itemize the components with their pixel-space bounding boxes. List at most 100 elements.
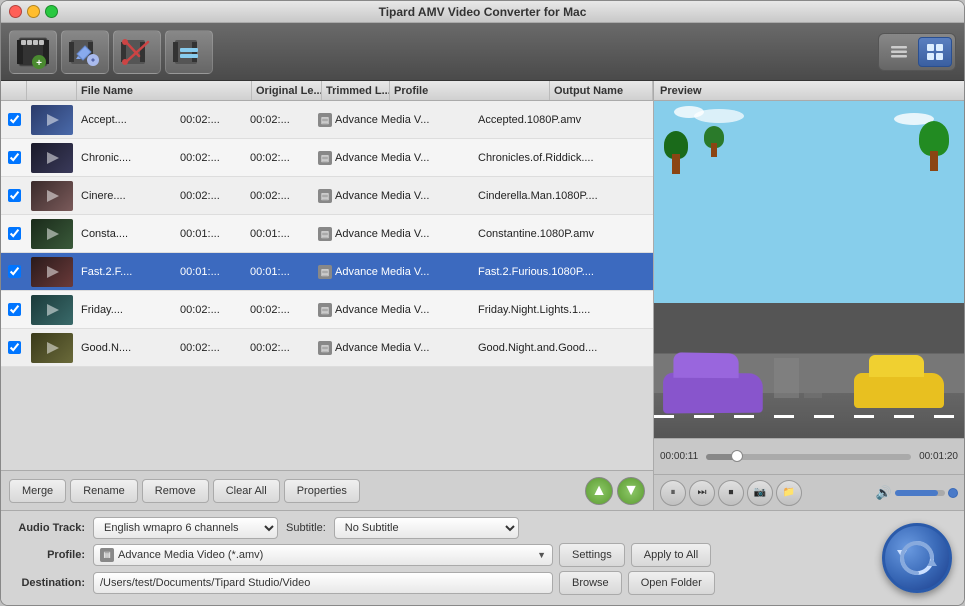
screenshot-button[interactable]: 📷 bbox=[747, 480, 773, 506]
merge-button[interactable] bbox=[165, 30, 213, 74]
row-filename: Chronic.... bbox=[77, 139, 176, 176]
toolbar: + bbox=[1, 23, 964, 81]
add-media-button[interactable]: + bbox=[9, 30, 57, 74]
header-original: Original Le... bbox=[252, 81, 322, 100]
svg-text:+: + bbox=[36, 58, 42, 69]
minimize-button[interactable] bbox=[27, 5, 40, 18]
table-row[interactable]: Cinere.... 00:02:... 00:02:... ▤ Advance… bbox=[1, 177, 653, 215]
row-checkbox[interactable] bbox=[8, 113, 21, 126]
table-row[interactable]: Good.N.... 00:02:... 00:02:... ▤ Advance… bbox=[1, 329, 653, 367]
row-checkbox-cell[interactable] bbox=[1, 291, 27, 328]
row-thumbnail bbox=[27, 177, 77, 214]
time-current: 00:00:11 bbox=[660, 451, 698, 462]
thumb-icon bbox=[37, 224, 67, 244]
row-profile: ▤ Advance Media V... bbox=[314, 177, 474, 214]
window-controls bbox=[9, 5, 58, 18]
row-thumbnail bbox=[27, 253, 77, 290]
row-filename: Accept.... bbox=[77, 101, 176, 138]
cut-button[interactable] bbox=[113, 30, 161, 74]
subtitle-select[interactable]: No Subtitle bbox=[334, 517, 519, 539]
open-folder-button[interactable]: 📁 bbox=[776, 480, 802, 506]
row-trimmed-length: 00:02:... bbox=[246, 101, 314, 138]
table-row[interactable]: Fast.2.F.... 00:01:... 00:01:... ▤ Advan… bbox=[1, 253, 653, 291]
row-filename: Good.N.... bbox=[77, 329, 176, 366]
row-checkbox-cell[interactable] bbox=[1, 177, 27, 214]
apply-to-all-button[interactable]: Apply to All bbox=[631, 543, 711, 567]
close-button[interactable] bbox=[9, 5, 22, 18]
edit-button[interactable] bbox=[61, 30, 109, 74]
action-bar: Merge Rename Remove Clear All Properties… bbox=[1, 470, 653, 510]
profile-select[interactable]: ▤ Advance Media Video (*.amv) ▼ bbox=[93, 544, 553, 566]
row-checkbox[interactable] bbox=[8, 341, 21, 354]
table-header: File Name Original Le... Trimmed L... Pr… bbox=[1, 81, 653, 101]
grid-view-button[interactable] bbox=[918, 37, 952, 67]
move-down-button[interactable]: ▼ bbox=[617, 477, 645, 505]
table-row[interactable]: Accept.... 00:02:... 00:02:... ▤ Advance… bbox=[1, 101, 653, 139]
merge-button[interactable]: Merge bbox=[9, 479, 66, 503]
forward-button[interactable]: ⏭ bbox=[689, 480, 715, 506]
stop-button[interactable]: ⏹ bbox=[718, 480, 744, 506]
row-checkbox-cell[interactable] bbox=[1, 215, 27, 252]
profile-icon: ▤ bbox=[318, 227, 332, 241]
row-output-name: Fast.2.Furious.1080P.... bbox=[474, 253, 653, 290]
row-checkbox-cell[interactable] bbox=[1, 101, 27, 138]
table-row[interactable]: Friday.... 00:02:... 00:02:... ▤ Advance… bbox=[1, 291, 653, 329]
row-original-length: 00:01:... bbox=[176, 253, 246, 290]
row-checkbox-cell[interactable] bbox=[1, 139, 27, 176]
row-original-length: 00:02:... bbox=[176, 291, 246, 328]
profile-label: Profile: bbox=[13, 549, 93, 561]
volume-knob[interactable] bbox=[948, 488, 958, 498]
destination-label: Destination: bbox=[13, 577, 93, 589]
road-line bbox=[654, 415, 964, 418]
row-checkbox-cell[interactable] bbox=[1, 329, 27, 366]
profile-icon: ▤ bbox=[318, 265, 332, 279]
time-total: 00:01:20 bbox=[919, 451, 958, 462]
row-original-length: 00:02:... bbox=[176, 101, 246, 138]
row-checkbox[interactable] bbox=[8, 265, 21, 278]
row-checkbox[interactable] bbox=[8, 151, 21, 164]
car-yellow bbox=[854, 373, 944, 408]
thumbnail-img bbox=[31, 257, 73, 287]
row-output-name: Cinderella.Man.1080P.... bbox=[474, 177, 653, 214]
row-output-name: Accepted.1080P.amv bbox=[474, 101, 653, 138]
row-profile: ▤ Advance Media V... bbox=[314, 215, 474, 252]
profile-icon: ▤ bbox=[318, 151, 332, 165]
volume-fill bbox=[895, 490, 938, 496]
table-row[interactable]: Consta.... 00:01:... 00:01:... ▤ Advance… bbox=[1, 215, 653, 253]
audio-track-label: Audio Track: bbox=[13, 522, 93, 534]
convert-button[interactable] bbox=[882, 523, 952, 593]
settings-button[interactable]: Settings bbox=[559, 543, 625, 567]
row-checkbox[interactable] bbox=[8, 303, 21, 316]
row-checkbox[interactable] bbox=[8, 189, 21, 202]
row-original-length: 00:02:... bbox=[176, 177, 246, 214]
move-up-button[interactable]: ▲ bbox=[585, 477, 613, 505]
thumbnail-img bbox=[31, 333, 73, 363]
destination-row: Destination: /Users/test/Documents/Tipar… bbox=[13, 571, 872, 595]
maximize-button[interactable] bbox=[45, 5, 58, 18]
remove-button[interactable]: Remove bbox=[142, 479, 209, 503]
row-checkbox-cell[interactable] bbox=[1, 253, 27, 290]
preview-video bbox=[654, 101, 964, 438]
volume-slider[interactable] bbox=[895, 490, 945, 496]
row-checkbox[interactable] bbox=[8, 227, 21, 240]
header-profile: Profile bbox=[390, 81, 550, 100]
browse-button[interactable]: Browse bbox=[559, 571, 622, 595]
pause-button[interactable]: ⏸ bbox=[660, 480, 686, 506]
audio-track-select[interactable]: English wmapro 6 channels bbox=[93, 517, 278, 539]
thumbnail-img bbox=[31, 143, 73, 173]
row-filename: Fast.2.F.... bbox=[77, 253, 176, 290]
thumbnail-img bbox=[31, 295, 73, 325]
car-purple bbox=[663, 373, 763, 414]
row-profile: ▤ Advance Media V... bbox=[314, 139, 474, 176]
open-folder-btn[interactable]: Open Folder bbox=[628, 571, 715, 595]
properties-button[interactable]: Properties bbox=[284, 479, 360, 503]
clear-all-button[interactable]: Clear All bbox=[213, 479, 280, 503]
rename-button[interactable]: Rename bbox=[70, 479, 138, 503]
progress-bar[interactable] bbox=[706, 454, 911, 460]
tree-3 bbox=[704, 126, 724, 157]
list-view-button[interactable] bbox=[882, 37, 916, 67]
table-row[interactable]: Chronic.... 00:02:... 00:02:... ▤ Advanc… bbox=[1, 139, 653, 177]
row-profile: ▤ Advance Media V... bbox=[314, 329, 474, 366]
row-trimmed-length: 00:02:... bbox=[246, 177, 314, 214]
row-original-length: 00:02:... bbox=[176, 329, 246, 366]
